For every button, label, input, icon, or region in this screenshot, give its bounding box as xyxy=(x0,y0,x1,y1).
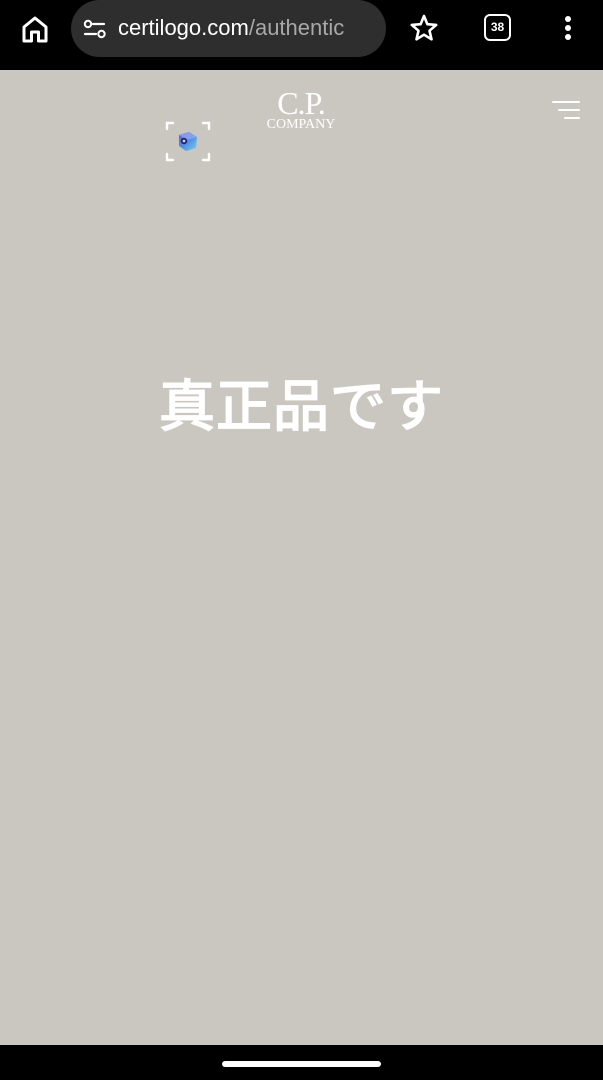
more-vert-icon[interactable] xyxy=(556,12,580,44)
ar-scan-cube-icon[interactable] xyxy=(164,120,212,166)
brand-logo[interactable]: C.P. COMPANY xyxy=(255,85,347,134)
star-outline-icon[interactable] xyxy=(408,12,440,44)
authentic-headline: 真正品です xyxy=(159,375,444,440)
gesture-handle[interactable] xyxy=(222,1061,381,1067)
system-nav-bar xyxy=(0,1045,603,1080)
url-text[interactable]: certilogo.com/authentic xyxy=(118,14,380,42)
web-page: C.P. COMPANY 真正品です xyxy=(0,70,603,1045)
tab-switcher-button[interactable]: 38 xyxy=(484,14,511,41)
logo-bottom-text: COMPANY xyxy=(266,117,336,132)
hamburger-menu-icon[interactable] xyxy=(551,99,581,121)
tune-icon[interactable] xyxy=(82,16,108,42)
logo-top-text: C.P. xyxy=(277,85,326,121)
home-icon[interactable] xyxy=(18,12,52,46)
browser-toolbar: certilogo.com/authentic 38 xyxy=(0,0,603,70)
url-host: certilogo.com xyxy=(118,15,249,40)
url-path: /authentic xyxy=(248,15,345,40)
address-bar[interactable]: certilogo.com/authentic xyxy=(71,0,386,57)
